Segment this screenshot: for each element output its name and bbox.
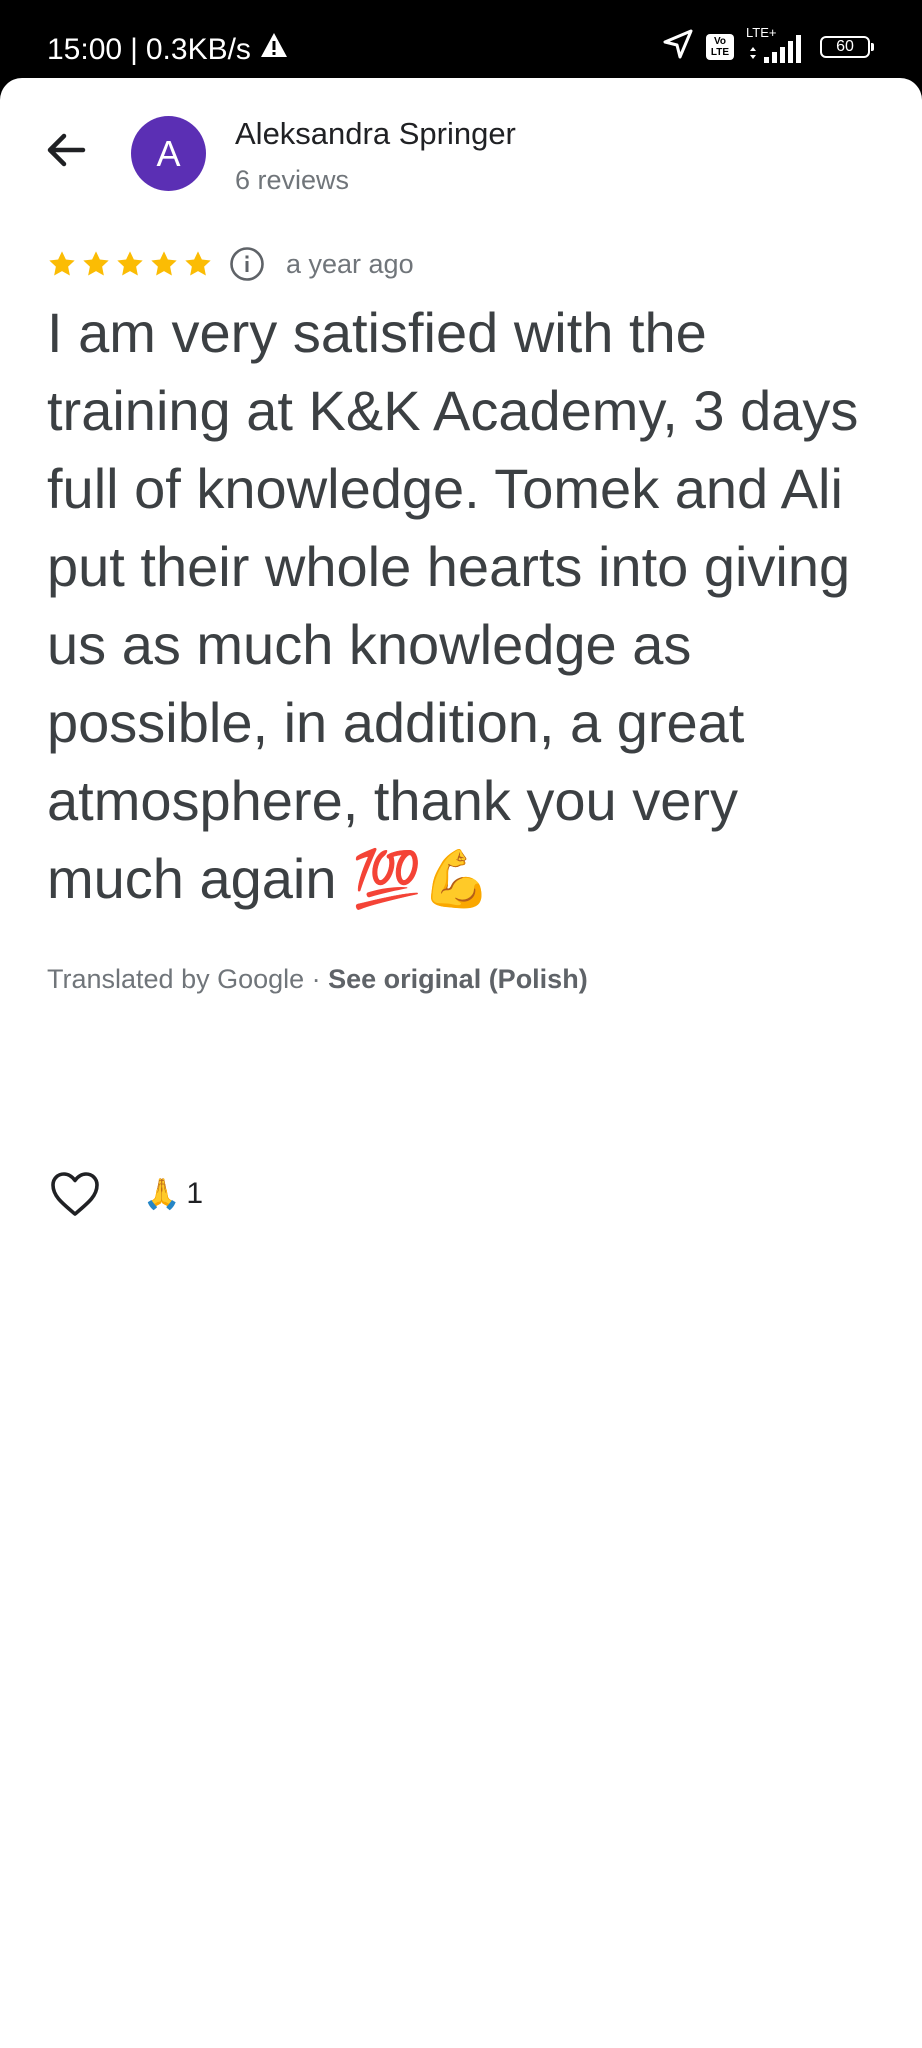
star-rating: [46, 248, 214, 280]
review-time: a year ago: [286, 248, 414, 279]
battery-icon: 60: [820, 35, 874, 58]
back-button[interactable]: [36, 120, 96, 180]
volte-bottom: LTE: [710, 46, 730, 58]
translated-by-label: Translated by Google ·: [47, 964, 329, 994]
star-icon: [83, 251, 109, 276]
status-separator: |: [130, 33, 138, 66]
star-icon: [49, 251, 75, 276]
star-icon: [185, 251, 211, 276]
volte-top: Vo: [713, 35, 727, 47]
status-bar: 15:00 | 0.3KB/s Vo LTE LTE+ 60: [0, 0, 922, 78]
warning-icon: [259, 30, 289, 70]
avatar-letter: A: [156, 132, 181, 174]
battery-level: 60: [836, 37, 854, 55]
arrow-back-icon: [47, 133, 86, 167]
reaction-row: 🙏 1: [47, 1164, 203, 1224]
heart-outline-icon: [51, 1172, 99, 1216]
status-left: 15:00 | 0.3KB/s: [47, 30, 289, 70]
info-icon[interactable]: [228, 245, 266, 283]
reaction-emoji: 🙏: [143, 1177, 181, 1211]
avatar[interactable]: A: [131, 116, 206, 191]
signal-bars-icon: [750, 34, 801, 63]
see-original-link[interactable]: See original (Polish): [328, 964, 588, 994]
status-time: 15:00: [47, 33, 123, 66]
reaction-count: 1: [186, 1177, 204, 1210]
like-button[interactable]: [47, 1166, 103, 1222]
status-speed: 0.3KB/s: [145, 33, 251, 66]
location-arrow-icon: [662, 28, 694, 65]
star-icon: [117, 251, 143, 276]
signal-wrap: LTE+: [746, 25, 808, 65]
review-text: I am very satisfied with the training at…: [47, 301, 859, 910]
rating-row: a year ago: [46, 242, 414, 286]
volte-badge: Vo LTE: [706, 33, 734, 60]
author-reviews-count: 6 reviews: [235, 165, 350, 195]
reaction-chip[interactable]: 🙏 1: [143, 1177, 203, 1212]
star-icon: [151, 251, 177, 276]
review-sheet: A Aleksandra Springer 6 reviews a year a…: [0, 78, 922, 2048]
translation-notice: Translated by Google · See original (Pol…: [47, 960, 588, 998]
author-name[interactable]: Aleksandra Springer: [235, 114, 516, 154]
status-right: Vo LTE LTE+ 60: [662, 25, 874, 65]
